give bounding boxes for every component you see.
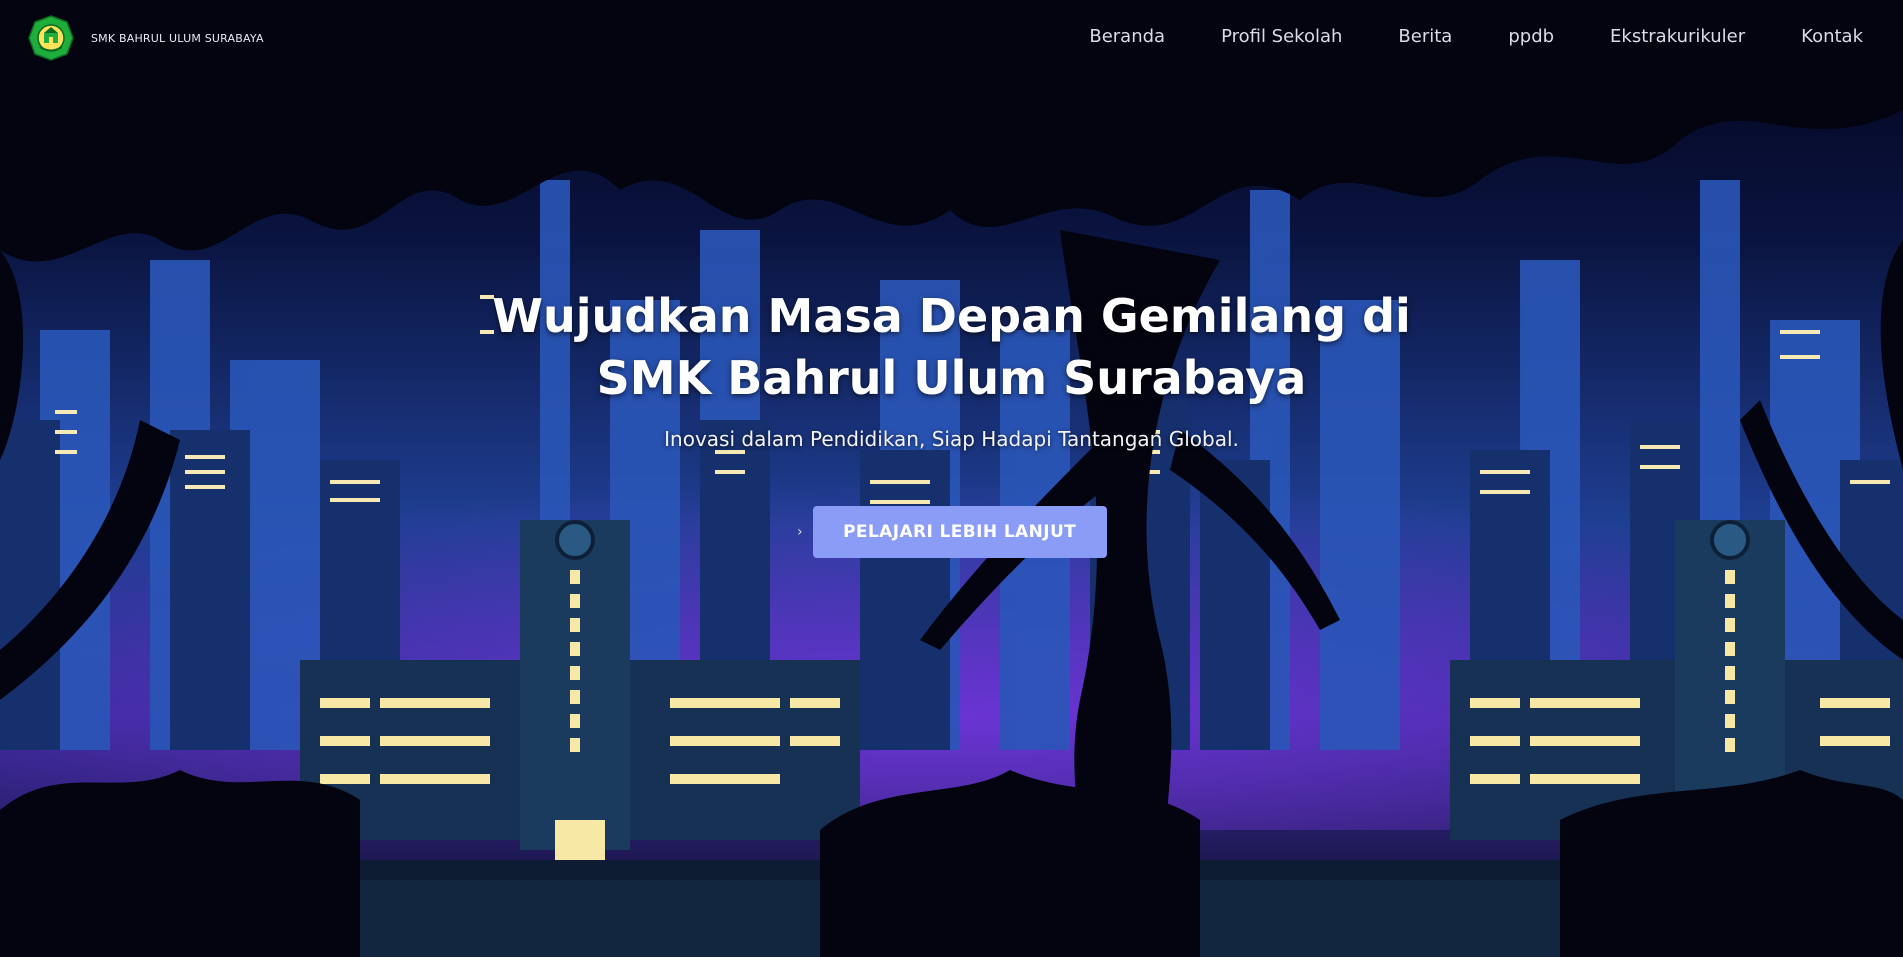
nav-link-ppdb[interactable]: ppdb (1508, 26, 1554, 47)
cta-group: › PELAJARI LEBIH LANJUT (797, 506, 1107, 558)
hero-section (0, 0, 1903, 957)
nav-item-berita: Berita (1398, 26, 1452, 47)
hero-content: Wujudkan Masa Depan Gemilang di SMK Bahr… (0, 285, 1903, 451)
nav-item-kontak: Kontak (1801, 26, 1863, 47)
school-emblem-icon (28, 15, 74, 61)
nav-item-beranda: Beranda (1089, 26, 1165, 47)
nav-link-beranda[interactable]: Beranda (1089, 26, 1165, 47)
main-nav: Beranda Profil Sekolah Berita ppdb Ekstr… (1089, 26, 1863, 47)
hero-title-line-1: Wujudkan Masa Depan Gemilang di (492, 289, 1411, 343)
learn-more-button[interactable]: PELAJARI LEBIH LANJUT (812, 506, 1107, 558)
nav-item-profil-sekolah: Profil Sekolah (1221, 26, 1342, 47)
brand[interactable]: SMK BAHRUL ULUM SURABAYA (27, 14, 264, 62)
top-navbar: SMK BAHRUL ULUM SURABAYA Beranda Profil … (0, 0, 1903, 78)
nav-link-profil-sekolah[interactable]: Profil Sekolah (1221, 26, 1342, 47)
nav-item-ekstrakurikuler: Ekstrakurikuler (1610, 26, 1745, 47)
nav-link-kontak[interactable]: Kontak (1801, 26, 1863, 47)
nav-link-berita[interactable]: Berita (1398, 26, 1452, 47)
hero-title: Wujudkan Masa Depan Gemilang di SMK Bahr… (0, 285, 1903, 409)
chevron-right-icon: › (797, 524, 803, 540)
brand-name: SMK BAHRUL ULUM SURABAYA (91, 31, 264, 45)
hero-tagline: Inovasi dalam Pendidikan, Siap Hadapi Ta… (664, 427, 1239, 451)
hero-title-line-2: SMK Bahrul Ulum Surabaya (596, 351, 1307, 405)
night-city-background (0, 0, 1903, 957)
nav-link-ekstrakurikuler[interactable]: Ekstrakurikuler (1610, 26, 1745, 47)
nav-item-ppdb: ppdb (1508, 26, 1554, 47)
